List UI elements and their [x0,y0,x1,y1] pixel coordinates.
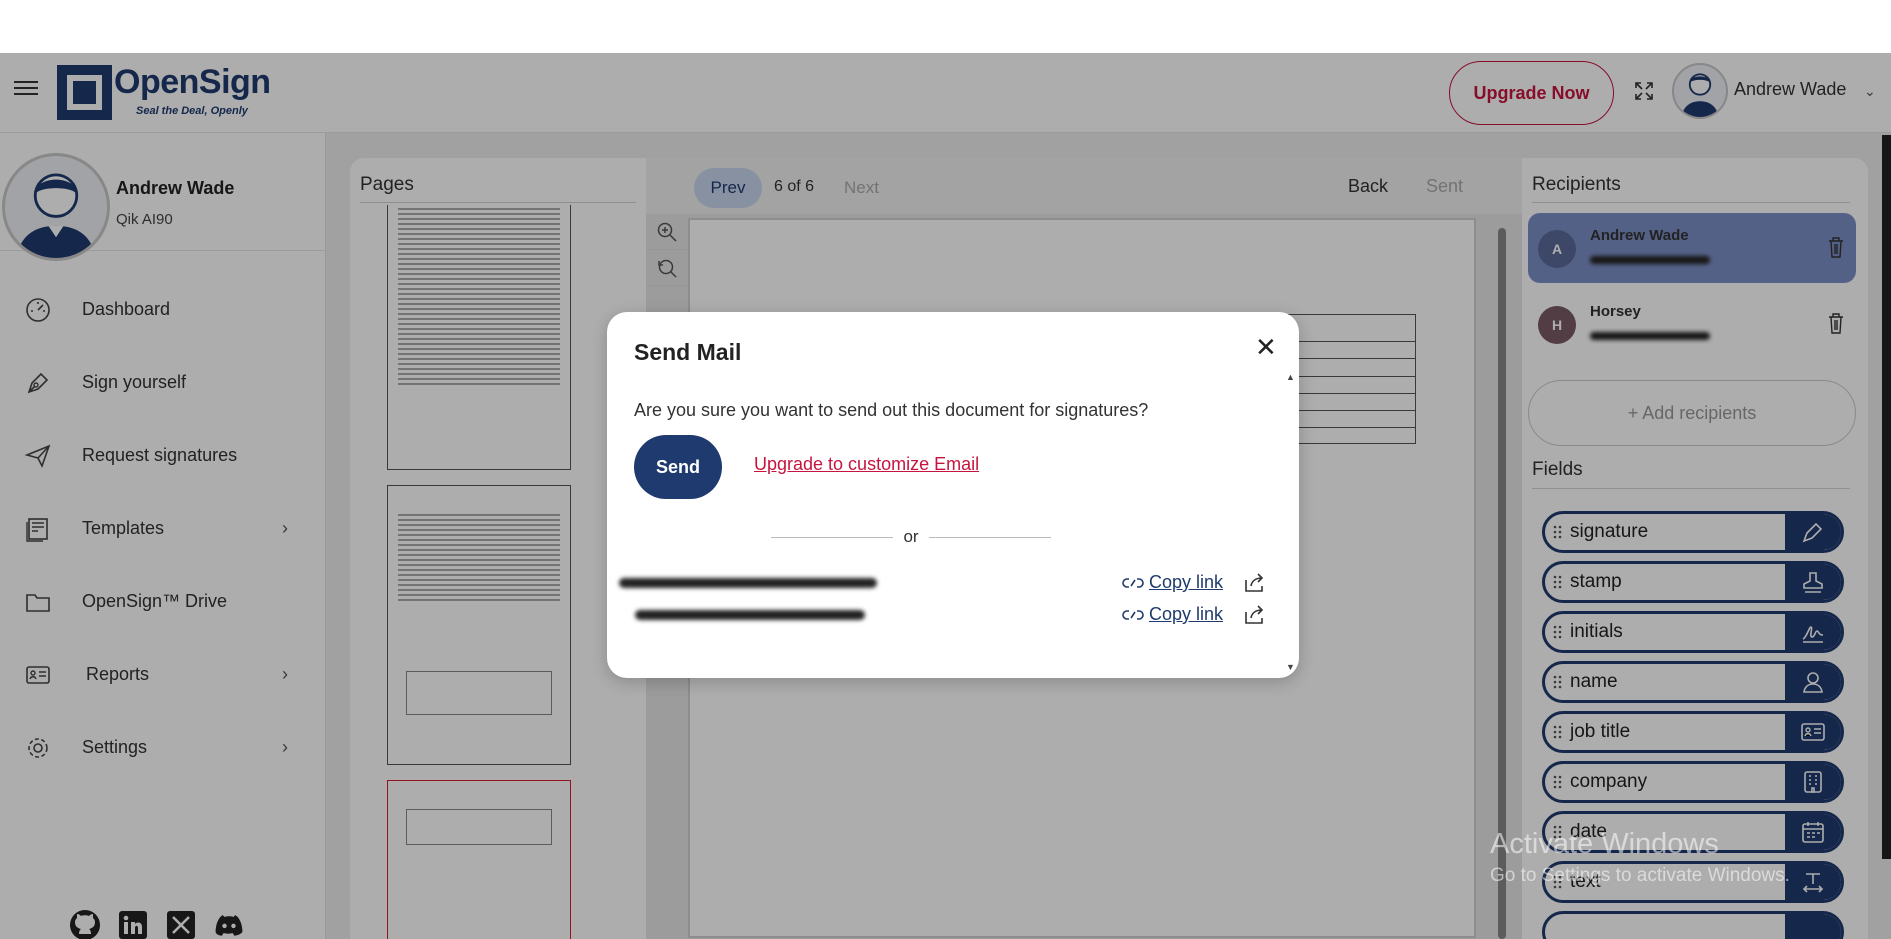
modal-question: Are you sure you want to send out this d… [634,400,1149,420]
windows-watermark-title: Activate Windows [1490,828,1719,860]
modal-scroll-up-icon[interactable]: ▲ [1286,372,1295,382]
copy-link-button[interactable]: Copy link [1121,572,1223,593]
recipient-link-row: Copy link [619,604,1279,630]
copy-link-label: Copy link [1149,604,1224,624]
recipient-email-redacted [635,610,865,620]
modal-title: Send Mail [634,339,742,365]
copy-link-label: Copy link [1149,572,1224,592]
link-icon [1122,577,1144,588]
link-icon [1122,609,1144,620]
modal-scroll-down-icon[interactable]: ▼ [1286,662,1295,672]
or-divider: or [771,527,1051,547]
recipient-link-row: Copy link [619,572,1279,598]
send-button[interactable]: Send [634,435,722,499]
send-mail-modal: Send Mail ✕ ▲ Are you sure you want to s… [607,312,1299,678]
windows-watermark-subtitle: Go to Settings to activate Windows. [1490,865,1790,886]
share-icon[interactable] [1243,572,1265,594]
close-icon[interactable]: ✕ [1255,334,1277,360]
upgrade-customize-email-link[interactable]: Upgrade to customize Email [754,454,979,475]
share-icon[interactable] [1243,604,1265,626]
recipient-email-redacted [619,578,877,588]
or-label: or [903,527,919,546]
copy-link-button[interactable]: Copy link [1121,604,1223,625]
